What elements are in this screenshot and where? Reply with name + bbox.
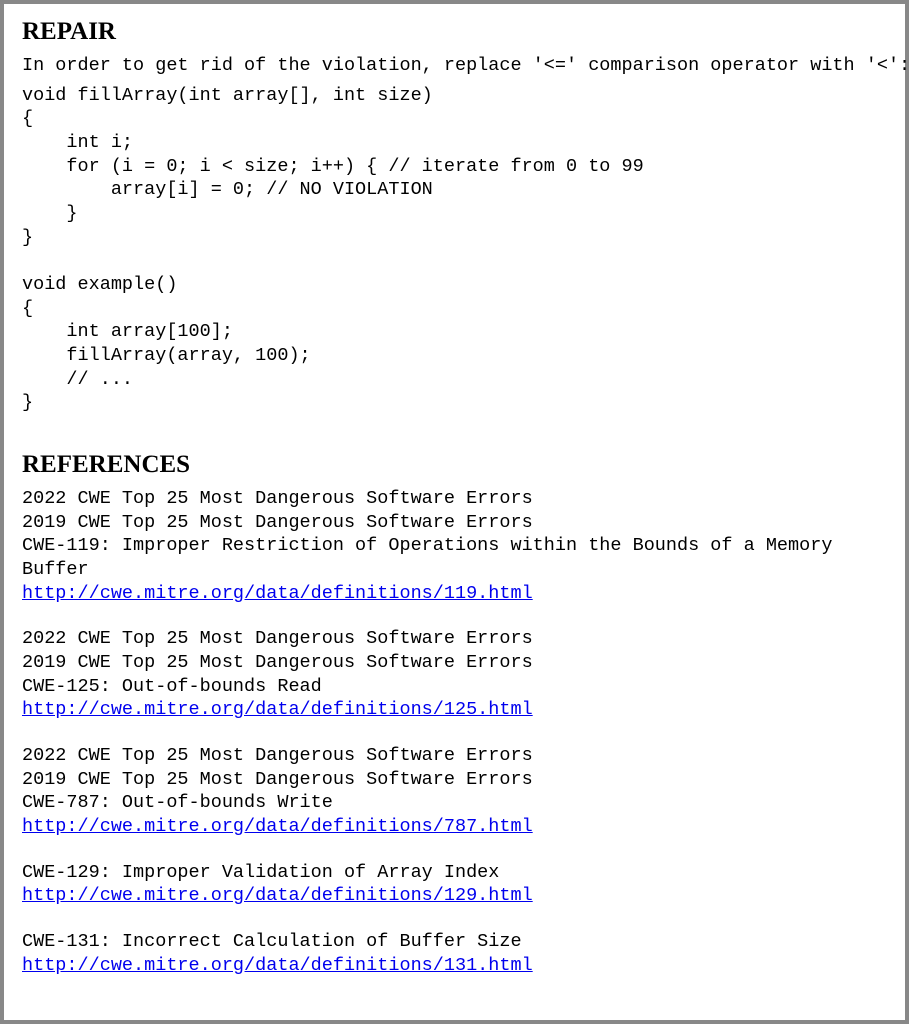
reference-link[interactable]: http://cwe.mitre.org/data/definitions/11…: [22, 583, 533, 604]
reference-group: CWE-131: Incorrect Calculation of Buffer…: [22, 930, 887, 977]
references-section: REFERENCES 2022 CWE Top 25 Most Dangerou…: [22, 451, 887, 977]
reference-line: 2019 CWE Top 25 Most Dangerous Software …: [22, 651, 887, 675]
reference-group: 2022 CWE Top 25 Most Dangerous Software …: [22, 627, 887, 722]
reference-group: CWE-129: Improper Validation of Array In…: [22, 861, 887, 908]
spacer: [22, 605, 887, 627]
spacer: [22, 908, 887, 930]
reference-line: 2022 CWE Top 25 Most Dangerous Software …: [22, 627, 887, 651]
reference-group: 2022 CWE Top 25 Most Dangerous Software …: [22, 744, 887, 839]
reference-line: CWE-131: Incorrect Calculation of Buffer…: [22, 930, 887, 954]
reference-line: CWE-129: Improper Validation of Array In…: [22, 861, 887, 885]
spacer: [22, 722, 887, 744]
reference-link[interactable]: http://cwe.mitre.org/data/definitions/12…: [22, 885, 533, 906]
document-container: REPAIR In order to get rid of the violat…: [0, 0, 909, 1024]
reference-line: 2019 CWE Top 25 Most Dangerous Software …: [22, 768, 887, 792]
reference-line: CWE-125: Out-of-bounds Read: [22, 675, 887, 699]
repair-code-block: void fillArray(int array[], int size) { …: [22, 84, 887, 415]
spacer: [22, 839, 887, 861]
reference-line: 2019 CWE Top 25 Most Dangerous Software …: [22, 511, 887, 535]
reference-line: 2022 CWE Top 25 Most Dangerous Software …: [22, 487, 887, 511]
references-heading: REFERENCES: [22, 451, 887, 479]
reference-link[interactable]: http://cwe.mitre.org/data/definitions/78…: [22, 816, 533, 837]
reference-link[interactable]: http://cwe.mitre.org/data/definitions/13…: [22, 955, 533, 976]
reference-line: 2022 CWE Top 25 Most Dangerous Software …: [22, 744, 887, 768]
repair-heading: REPAIR: [22, 18, 887, 46]
reference-group: 2022 CWE Top 25 Most Dangerous Software …: [22, 487, 887, 605]
reference-line: CWE-787: Out-of-bounds Write: [22, 791, 887, 815]
repair-intro: In order to get rid of the violation, re…: [22, 54, 887, 78]
reference-line: CWE-119: Improper Restriction of Operati…: [22, 534, 887, 581]
references-list: 2022 CWE Top 25 Most Dangerous Software …: [22, 487, 887, 977]
reference-link[interactable]: http://cwe.mitre.org/data/definitions/12…: [22, 699, 533, 720]
